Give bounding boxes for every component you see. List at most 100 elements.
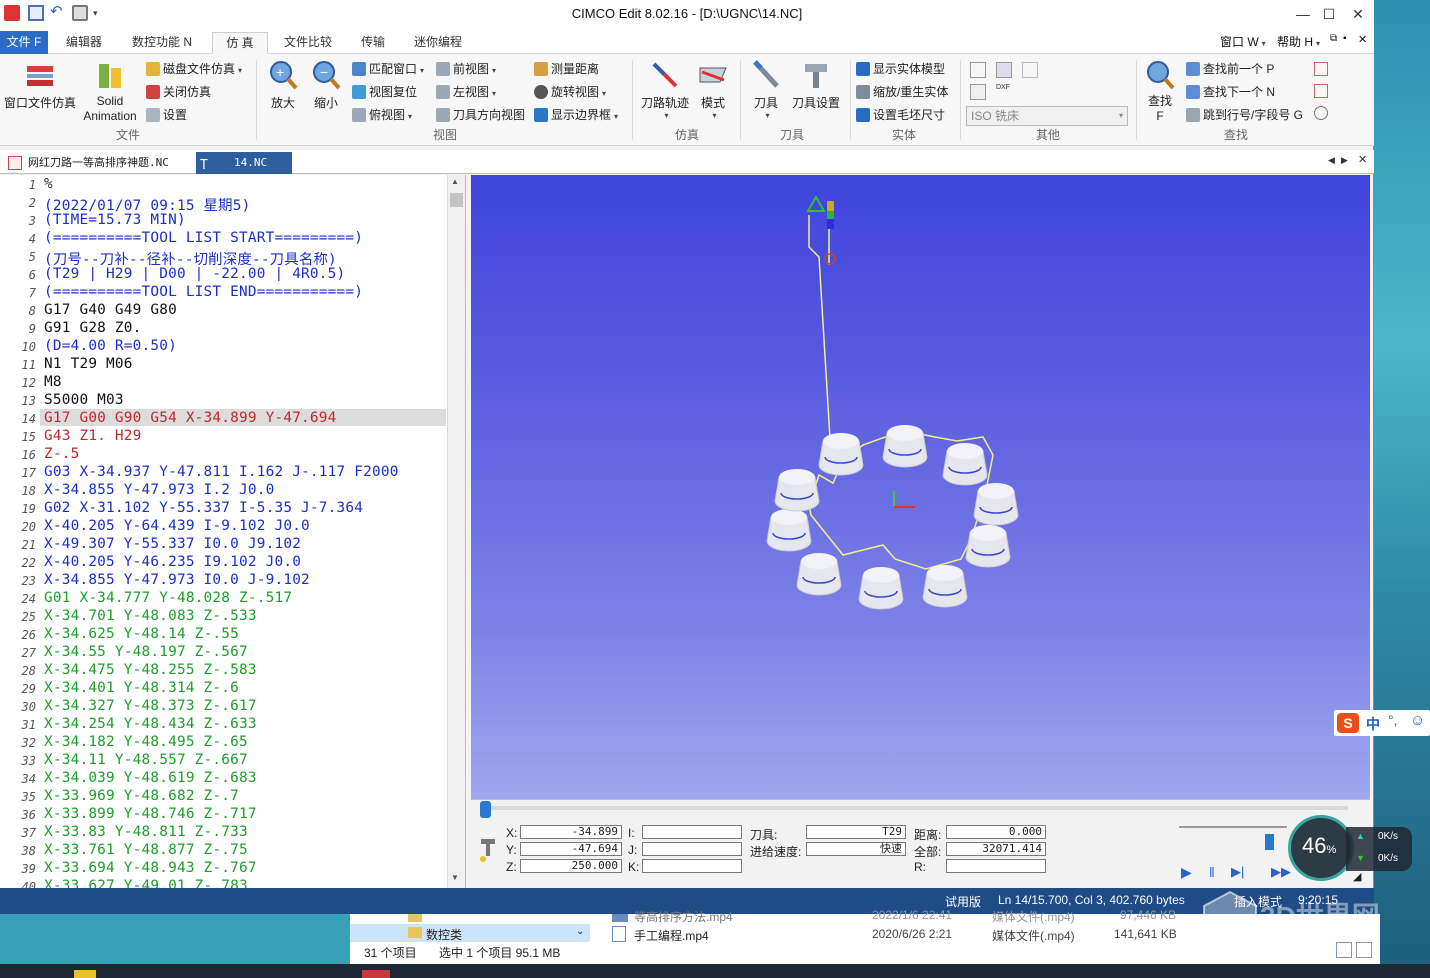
- code-editor[interactable]: 1 2 3 4 5 6 7 8 9 10 11 12 13 14 15 16 17 18 19 20 21 22 23 24 2…: [0, 175, 466, 888]
- tab-transfer[interactable]: 传输: [357, 32, 389, 54]
- code-line[interactable]: X-33.694 Y-48.943 Z-.767: [44, 860, 257, 876]
- find-previous-button[interactable]: 查找前一个 P: [1186, 60, 1274, 80]
- stock-size-button[interactable]: 设置毛坯尺寸: [856, 106, 945, 126]
- doc-tab-sorting[interactable]: 网红刀路一等高排序神题.NC: [4, 152, 192, 174]
- code-line[interactable]: (D=4.00 R=0.50): [44, 338, 177, 354]
- code-line[interactable]: G03 X-34.937 Y-47.811 I.162 J-.117 F2000: [44, 464, 399, 480]
- scroll-down-icon[interactable]: ▼: [451, 873, 459, 882]
- pause-icon[interactable]: ‖: [1209, 864, 1215, 880]
- simulation-viewport[interactable]: [471, 175, 1370, 799]
- tool-button[interactable]: 刀具 ▾: [744, 58, 788, 120]
- tab-editor[interactable]: 编辑器: [62, 32, 106, 54]
- close-button[interactable]: ✕: [1343, 4, 1373, 24]
- code-line[interactable]: G17 G00 G90 G54 X-34.899 Y-47.694: [44, 410, 337, 426]
- stl-icon[interactable]: [970, 84, 986, 100]
- code-line[interactable]: X-40.205 Y-46.235 I9.102 J0.0: [44, 554, 301, 570]
- folder-row-selected[interactable]: 数控类 ⌄: [350, 924, 590, 942]
- scroll-thumb[interactable]: [450, 193, 463, 207]
- tabs-scroll-left-icon[interactable]: ◀: [1328, 155, 1335, 166]
- tool-settings-button[interactable]: 刀具设置: [790, 58, 842, 111]
- speed-slider-thumb[interactable]: [1265, 834, 1274, 850]
- progress-slider-thumb[interactable]: [480, 801, 491, 818]
- code-line[interactable]: X-34.327 Y-48.373 Z-.617: [44, 698, 257, 714]
- code-line[interactable]: X-33.83 Y-48.811 Z-.733: [44, 824, 248, 840]
- tabs-scroll-right-icon[interactable]: ▶: [1341, 155, 1348, 166]
- taskbar-app-icon[interactable]: [74, 970, 96, 978]
- window-file-sim-button[interactable]: 窗口文件仿真: [2, 58, 78, 111]
- code-line[interactable]: (==========TOOL LIST END===========): [44, 284, 363, 300]
- machine-type-select[interactable]: ISO 铣床 ▾: [966, 106, 1128, 126]
- settings-button[interactable]: 设置: [146, 106, 187, 126]
- close-sim-button[interactable]: 关闭仿真: [146, 83, 211, 103]
- details-view-icon[interactable]: [1336, 942, 1352, 958]
- solid-animation-button[interactable]: Solid Animation: [80, 58, 140, 124]
- rebuild-solid-button[interactable]: 缩放/重生实体: [856, 83, 948, 103]
- code-line[interactable]: G43 Z1. H29: [44, 428, 142, 444]
- menu-window[interactable]: 窗口 W ▾: [1220, 33, 1266, 50]
- menu-help[interactable]: 帮助 H ▾: [1277, 33, 1320, 50]
- maximize-button[interactable]: ☐: [1314, 4, 1344, 24]
- code-line[interactable]: G91 G28 Z0.: [44, 320, 142, 336]
- goto-top-icon[interactable]: [1314, 84, 1328, 98]
- code-line[interactable]: (TIME=15.73 MIN): [44, 212, 186, 228]
- top-view-button[interactable]: 俯视图 ▾: [352, 106, 412, 126]
- play-icon[interactable]: ▶: [1181, 864, 1192, 881]
- export-icon[interactable]: [996, 62, 1012, 78]
- tab-mini-programming[interactable]: 迷你编程: [410, 32, 466, 54]
- tab-simulation[interactable]: 仿 真: [212, 32, 268, 54]
- code-line[interactable]: X-33.899 Y-48.746 Z-.717: [44, 806, 257, 822]
- code-line[interactable]: X-34.855 Y-47.973 I.2 J0.0: [44, 482, 274, 498]
- tab-nc-functions[interactable]: 数控功能 N: [128, 32, 196, 54]
- mdi-close-icon[interactable]: ✕: [1358, 33, 1367, 46]
- progress-track[interactable]: [483, 806, 1348, 810]
- code-line[interactable]: S5000 M03: [44, 392, 124, 408]
- replace-icon[interactable]: [1314, 62, 1328, 76]
- punctuation-icon[interactable]: °,: [1388, 712, 1398, 728]
- code-line[interactable]: X-34.55 Y-48.197 Z-.567: [44, 644, 248, 660]
- speed-slider-track[interactable]: [1179, 826, 1287, 828]
- ime-toolbar[interactable]: S 中 °, ☺: [1334, 710, 1430, 736]
- code-line[interactable]: X-34.401 Y-48.314 Z-.6: [44, 680, 239, 696]
- compass-icon[interactable]: [1314, 106, 1328, 120]
- code-line[interactable]: Z-.5: [44, 446, 79, 462]
- left-view-button[interactable]: 左视图 ▾: [436, 83, 496, 103]
- mdi-minimize-icon[interactable]: ▪: [1343, 33, 1347, 44]
- mode-button[interactable]: 模式 ▾: [694, 58, 732, 120]
- code-line[interactable]: X-34.475 Y-48.255 Z-.583: [44, 662, 257, 678]
- step-forward-icon[interactable]: ▶|: [1231, 864, 1244, 880]
- code-line[interactable]: X-33.627 Y-49.01 Z-.783: [44, 878, 248, 888]
- code-line[interactable]: X-34.855 Y-47.973 I0.0 J-9.102: [44, 572, 310, 588]
- emoji-icon[interactable]: ☺: [1410, 712, 1425, 729]
- code-line[interactable]: M8: [44, 374, 62, 390]
- mdi-restore-icon[interactable]: ⧉: [1330, 33, 1337, 44]
- front-view-button[interactable]: 前视图 ▾: [436, 60, 496, 80]
- code-line[interactable]: X-34.625 Y-48.14 Z-.55: [44, 626, 239, 642]
- dxf-icon[interactable]: DXF: [996, 84, 1012, 100]
- goto-line-button[interactable]: 跳到行号/字段号 G: [1186, 106, 1303, 126]
- taskbar-app-icon[interactable]: [362, 970, 390, 978]
- ime-mode[interactable]: 中: [1366, 714, 1380, 734]
- code-line[interactable]: X-49.307 Y-55.337 I0.0 J9.102: [44, 536, 301, 552]
- code-line[interactable]: X-34.701 Y-48.083 Z-.533: [44, 608, 257, 624]
- code-line[interactable]: X-34.182 Y-48.495 Z-.65: [44, 734, 248, 750]
- resize-icon[interactable]: [970, 62, 986, 78]
- layout-icon[interactable]: [1022, 62, 1038, 78]
- code-line[interactable]: N1 T29 M06: [44, 356, 133, 372]
- zoom-out-button[interactable]: − 缩小: [306, 58, 346, 111]
- doc-tab-14nc[interactable]: T 14.NC: [196, 152, 292, 174]
- code-line[interactable]: (T29 | H29 | D00 | -22.00 | 4R0.5): [44, 266, 345, 282]
- rotate-view-button[interactable]: 旋转视图 ▾: [534, 83, 606, 103]
- code-line[interactable]: G17 G40 G49 G80: [44, 302, 177, 318]
- tab-file[interactable]: 文件 F: [0, 31, 48, 54]
- editor-scrollbar[interactable]: ▲ ▼: [447, 175, 465, 888]
- thumbnail-view-icon[interactable]: [1356, 942, 1372, 958]
- code-line[interactable]: X-33.761 Y-48.877 Z-.75: [44, 842, 248, 858]
- code-line[interactable]: %: [44, 176, 53, 192]
- disk-file-sim-button[interactable]: 磁盘文件仿真 ▾: [146, 60, 242, 80]
- code-line[interactable]: G02 X-31.102 Y-55.337 I-5.35 J-7.364: [44, 500, 363, 516]
- tab-file-compare[interactable]: 文件比较: [280, 32, 336, 54]
- code-line[interactable]: X-34.254 Y-48.434 Z-.633: [44, 716, 257, 732]
- find-next-button[interactable]: 查找下一个 N: [1186, 83, 1275, 103]
- show-solid-button[interactable]: 显示实体模型: [856, 60, 945, 80]
- tab-close-icon[interactable]: ✕: [1358, 153, 1367, 166]
